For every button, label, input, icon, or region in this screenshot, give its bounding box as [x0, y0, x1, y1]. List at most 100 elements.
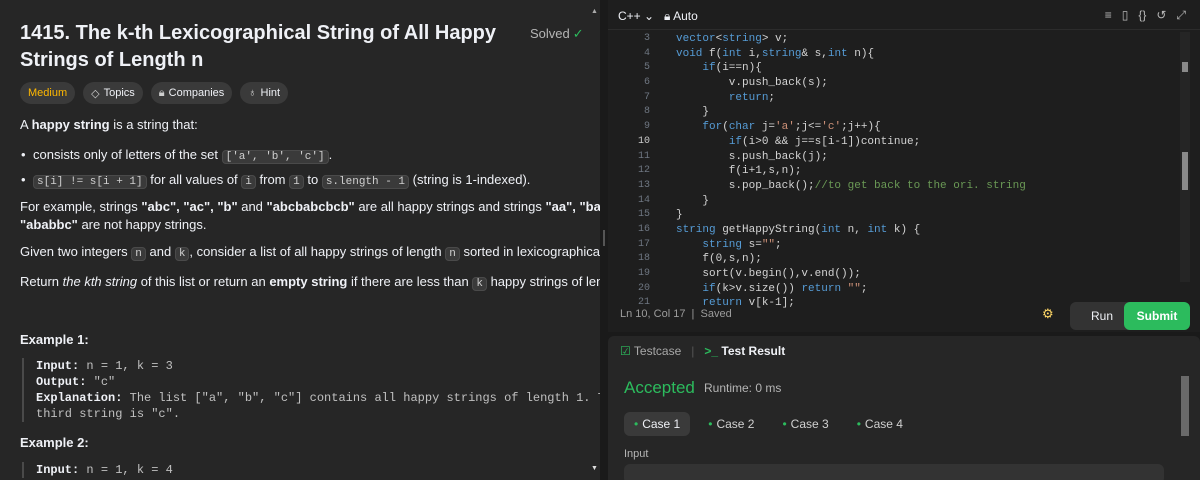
line-number: 14 — [637, 194, 650, 206]
language-select[interactable]: C++ ⌄ — [618, 9, 654, 23]
results-tabs: ☑ Testcase | >_ Test Result — [620, 344, 785, 358]
tab-testcase[interactable]: ☑ Testcase — [620, 344, 681, 358]
line-number: 3 — [643, 33, 650, 44]
minimap-mark — [1182, 152, 1188, 190]
scroll-down-icon[interactable]: ▼ — [591, 465, 598, 472]
reset-icon[interactable]: ↺ — [1156, 8, 1166, 23]
save-status: Saved — [700, 308, 732, 320]
line-number: 16 — [637, 223, 650, 235]
code-line[interactable]: v.push_back(s); — [676, 76, 1026, 91]
code-line[interactable]: f(i+1,s,n); — [676, 164, 1026, 179]
input-label: Input — [624, 448, 649, 460]
results-scrollbar[interactable] — [1180, 356, 1190, 466]
solved-label: Solved — [530, 26, 570, 41]
expand-icon[interactable]: ⤢ — [1176, 8, 1186, 23]
difficulty-badge[interactable]: Medium — [20, 82, 76, 104]
case-tab-4[interactable]: • Case 4 — [847, 412, 913, 436]
desc-bullet-2: s[i] != s[i + 1] for all values of i fro… — [21, 171, 530, 191]
hint-button[interactable]: ♁ Hint — [240, 82, 289, 104]
code-content[interactable]: vector<string> v; void f(int i,string& s,… — [676, 32, 1026, 311]
case-tabs: • Case 1 • Case 2 • Case 3 • Case 4 — [624, 412, 913, 436]
example-2-block: Input: n = 1, k = 4 — [22, 462, 173, 478]
line-number: 20 — [637, 282, 650, 294]
debugger-icon[interactable]: ⚙ — [1042, 306, 1054, 322]
companies-button[interactable]: 🔒︎ Companies — [150, 82, 233, 104]
line-number: 17 — [637, 238, 650, 250]
code-line[interactable]: } — [676, 194, 1026, 209]
companies-label: Companies — [168, 87, 225, 99]
code-editor-panel: C++ ⌄ 🔒︎ Auto ≡ ▯ {} ↺ ⤢ 3 4 5 6 7 8 9 10 11 12 13… — [608, 0, 1200, 332]
code-line[interactable]: return; — [676, 91, 1026, 106]
runtime-label: Runtime: 0 ms — [704, 381, 782, 395]
code-line[interactable]: string getHappyString(int n, int k) { — [676, 223, 1026, 238]
topics-button[interactable]: ◇ Topics — [83, 82, 143, 104]
code-line[interactable]: f(0,s,n); — [676, 252, 1026, 267]
problem-title: 1415. The k-th Lexicographical String of… — [20, 22, 497, 71]
braces-icon[interactable]: {} — [1138, 8, 1146, 23]
bookmark-icon[interactable]: ▯ — [1122, 8, 1129, 23]
pass-dot-icon: • — [708, 417, 713, 431]
desc-para-3: Given two integers n and k, consider a l… — [20, 244, 600, 261]
line-number: 11 — [637, 150, 650, 162]
pass-dot-icon: • — [634, 417, 639, 431]
line-number: 13 — [637, 179, 650, 191]
scroll-thumb[interactable] — [1181, 376, 1189, 436]
pass-dot-icon: • — [856, 417, 861, 431]
cursor-position: Ln 10, Col 17 — [620, 308, 686, 320]
results-panel: ☑ Testcase | >_ Test Result Accepted Run… — [608, 336, 1200, 480]
example-2-heading: Example 2: — [20, 435, 89, 450]
minimap-mark — [1182, 62, 1188, 72]
desc-para-1: A happy string is a string that: — [20, 117, 198, 132]
tab-test-result[interactable]: >_ Test Result — [704, 344, 785, 358]
chevron-down-icon: ⌄ — [644, 9, 655, 23]
case-tab-3[interactable]: • Case 3 — [772, 412, 838, 436]
auto-mode-toggle[interactable]: 🔒︎ Auto — [664, 9, 698, 24]
scroll-up-icon[interactable]: ▲ — [591, 8, 598, 15]
line-number: 15 — [637, 209, 650, 221]
topics-label: Topics — [103, 87, 135, 99]
lightbulb-icon: ♁ — [248, 87, 257, 99]
editor-scrollbar[interactable] — [1180, 32, 1190, 282]
code-line[interactable]: string s=""; — [676, 238, 1026, 253]
code-line[interactable]: if(k>v.size()) return ""; — [676, 282, 1026, 297]
code-line[interactable]: if(i==n){ — [676, 61, 1026, 76]
code-line[interactable]: if(i>0 && j==s[i-1])continue; — [676, 135, 1026, 150]
tag-icon: ◇ — [91, 87, 100, 100]
submit-button[interactable]: Submit — [1124, 302, 1190, 330]
line-number: 12 — [637, 165, 650, 177]
case-tab-1[interactable]: • Case 1 — [624, 412, 691, 436]
line-number: 7 — [643, 91, 650, 103]
example-1-block: Input: n = 1, k = 3 Output: "c" Explanat… — [22, 358, 600, 422]
code-line[interactable]: void f(int i,string& s,int n){ — [676, 47, 1026, 62]
pass-dot-icon: • — [782, 417, 787, 431]
code-line[interactable]: vector<string> v; — [676, 32, 1026, 47]
verdict-label: Accepted — [624, 378, 695, 397]
line-number-gutter: 3 4 5 6 7 8 9 10 11 12 13 14 15 16 17 18 19 20 21 — [608, 32, 650, 311]
checkbox-icon: ☑ — [620, 344, 631, 358]
line-number: 5 — [643, 62, 650, 74]
problem-scrollbar[interactable]: ▲ ▼ — [590, 8, 598, 472]
line-number: 4 — [643, 47, 650, 59]
line-number: 19 — [637, 268, 650, 279]
format-icon[interactable]: ≡ — [1105, 8, 1112, 23]
panel-resize-handle[interactable] — [600, 0, 608, 480]
case-tab-2[interactable]: • Case 2 — [698, 412, 764, 436]
hint-label: Hint — [260, 87, 281, 99]
input-value-box — [624, 464, 1164, 480]
code-line[interactable]: } — [676, 105, 1026, 120]
example-1-heading: Example 1: — [20, 332, 89, 347]
lock-icon: 🔒︎ — [158, 86, 165, 99]
solved-badge: Solved ✓ — [530, 26, 584, 42]
terminal-icon: >_ — [704, 344, 719, 358]
code-line[interactable]: } — [676, 208, 1026, 223]
check-circle-icon: ✓ — [572, 26, 584, 41]
code-line[interactable]: s.push_back(j); — [676, 150, 1026, 165]
line-number: 10 — [637, 135, 650, 147]
code-line[interactable]: s.pop_back();//to get back to the ori. s… — [676, 179, 1026, 194]
code-line[interactable]: sort(v.begin(),v.end()); — [676, 267, 1026, 282]
line-number: 6 — [643, 77, 650, 89]
desc-para-4: Return the kth string of this list or re… — [20, 273, 600, 293]
editor-toolbar: C++ ⌄ 🔒︎ Auto ≡ ▯ {} ↺ ⤢ — [608, 0, 1200, 30]
editor-tools: ≡ ▯ {} ↺ ⤢ — [1105, 8, 1186, 23]
code-line[interactable]: for(char j='a';j<='c';j++){ — [676, 120, 1026, 135]
